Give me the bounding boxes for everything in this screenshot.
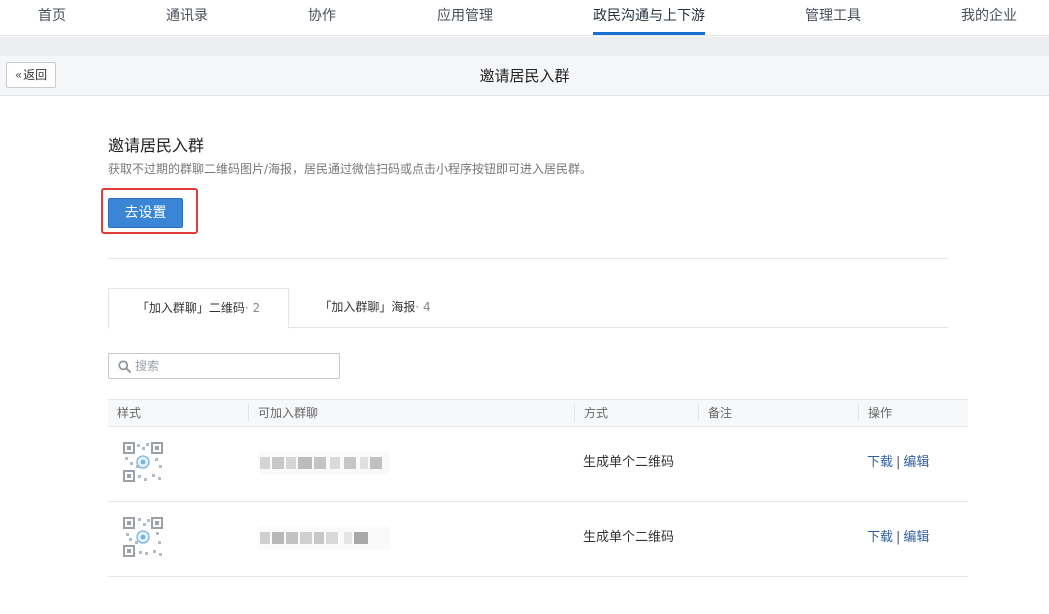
column-header-chat: 可加入群聊 <box>248 404 318 422</box>
tab-bar: 「加入群聊」二维码· 2 「加入群聊」海报· 4 <box>108 288 948 329</box>
section-title: 邀请居民入群 <box>108 136 205 155</box>
search-icon <box>118 360 131 373</box>
section-description: 获取不过期的群聊二维码图片/海报，居民通过微信扫码或点击小程序按钮即可进入居民群… <box>108 162 593 176</box>
tab-qrcode-count: · 2 <box>244 301 261 315</box>
edit-link[interactable]: 编辑 <box>903 530 929 545</box>
table-row: 生成单个二维码 下载 | 编辑 <box>108 427 968 502</box>
action-separator: | <box>896 455 901 470</box>
method-cell: 生成单个二维码 <box>583 530 675 545</box>
nav-item-my-enterprise[interactable]: 我的企业 <box>961 0 1017 35</box>
chat-name-blurred <box>258 526 390 550</box>
column-header-note: 备注 <box>698 404 732 422</box>
column-header-method: 方式 <box>574 404 608 422</box>
search-box <box>108 353 340 379</box>
method-cell: 生成单个二维码 <box>583 455 675 470</box>
qr-code-thumbnail <box>122 516 164 558</box>
table-row: 生成单个二维码 下载 | 编辑 <box>108 502 968 577</box>
tab-qrcode[interactable]: 「加入群聊」二维码· 2 <box>108 288 289 329</box>
download-link[interactable]: 下载 <box>867 455 893 470</box>
edit-link[interactable]: 编辑 <box>903 455 929 470</box>
nav-item-home[interactable]: 首页 <box>38 0 66 35</box>
go-setup-button[interactable]: 去设置 <box>108 198 183 228</box>
qr-code-thumbnail <box>122 441 164 483</box>
nav-spacer <box>0 37 1049 56</box>
tab-poster[interactable]: 「加入群聊」海报· 4 <box>319 288 431 328</box>
tab-poster-label: 「加入群聊」海报 <box>319 300 416 314</box>
nav-item-government-communication[interactable]: 政民沟通与上下游 <box>593 0 705 35</box>
action-separator: | <box>896 530 901 545</box>
page-header: «返回 邀请居民入群 <box>0 56 1049 96</box>
top-nav: 首页 通讯录 协作 应用管理 政民沟通与上下游 管理工具 我的企业 <box>0 0 1049 36</box>
tab-poster-count: · 4 <box>415 300 431 314</box>
search-input[interactable] <box>135 354 335 378</box>
column-header-actions: 操作 <box>858 404 892 422</box>
divider <box>108 258 948 259</box>
row-actions: 下载 | 编辑 <box>867 502 929 577</box>
nav-item-collaboration[interactable]: 协作 <box>308 0 336 35</box>
nav-item-app-management[interactable]: 应用管理 <box>437 0 493 35</box>
page-title: 邀请居民入群 <box>479 67 570 85</box>
tab-qrcode-label: 「加入群聊」二维码 <box>136 301 245 315</box>
row-actions: 下载 | 编辑 <box>867 427 929 502</box>
column-header-style: 样式 <box>117 406 142 420</box>
chat-name-blurred <box>258 451 390 475</box>
nav-item-contacts[interactable]: 通讯录 <box>166 0 208 35</box>
table-header: 样式 可加入群聊 方式 备注 操作 <box>108 399 968 427</box>
nav-item-management-tools[interactable]: 管理工具 <box>805 0 861 35</box>
download-link[interactable]: 下载 <box>867 530 893 545</box>
